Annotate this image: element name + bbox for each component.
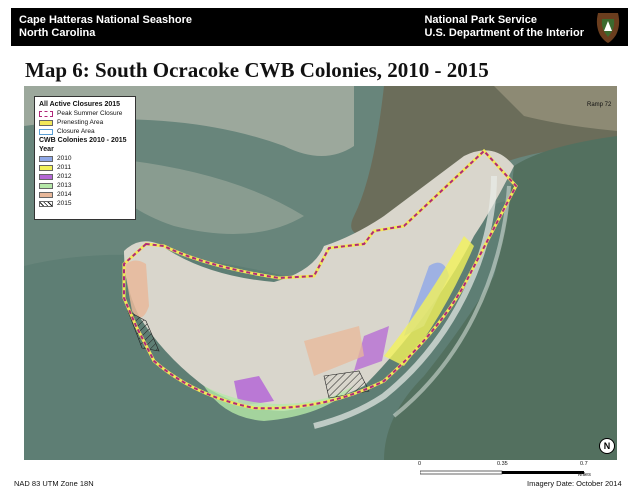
legend-item: 2014 — [39, 190, 131, 199]
map-panel: All Active Closures 2015 Peak Summer Clo… — [24, 86, 617, 460]
legend-item: Prenesting Area — [39, 118, 131, 127]
legend-item: 2010 — [39, 154, 131, 163]
closure-swatch — [39, 119, 53, 126]
north-arrow-icon: N — [599, 438, 615, 454]
scale-tick-2: 0.7 — [580, 461, 588, 467]
legend-item: Closure Area — [39, 127, 131, 136]
legend-label: 2012 — [57, 173, 72, 180]
legend-colonies-heading: CWB Colonies 2010 - 2015 — [39, 137, 127, 144]
ramp-label: Ramp 72 — [587, 102, 612, 108]
park-name: Cape Hatteras National Seashore — [19, 14, 193, 26]
nps-arrowhead-icon — [596, 13, 620, 43]
scale-bar: 0 0.35 0.7 Miles — [418, 461, 591, 478]
legend-label: 2013 — [57, 182, 72, 189]
year-swatch — [39, 173, 53, 180]
legend-label: 2014 — [57, 191, 72, 198]
legend-year-heading: Year — [39, 146, 54, 153]
header-right: National Park Service U.S. Department of… — [424, 14, 584, 40]
imagery-date: Imagery Date: October 2014 — [527, 479, 622, 488]
legend-label: 2015 — [57, 200, 72, 207]
scale-tick-0: 0 — [418, 461, 422, 467]
legend-item: 2011 — [39, 163, 131, 172]
year-swatch — [39, 191, 53, 198]
map-legend: All Active Closures 2015 Peak Summer Clo… — [34, 96, 136, 220]
year-swatch — [39, 200, 53, 207]
projection-note: NAD 83 UTM Zone 18N — [14, 479, 94, 488]
legend-label: Prenesting Area — [57, 119, 104, 126]
legend-label: Closure Area — [57, 128, 95, 135]
legend-label: 2011 — [57, 164, 71, 171]
legend-item: 2015 — [39, 199, 131, 208]
map-title: Map 6: South Ocracoke CWB Colonies, 2010… — [25, 58, 489, 82]
legend-closures-heading: All Active Closures 2015 — [39, 101, 121, 108]
header-bar: Cape Hatteras National Seashore North Ca… — [11, 8, 628, 46]
scale-bar-graphic — [419, 470, 584, 475]
legend-item: 2013 — [39, 181, 131, 190]
agency-name: National Park Service — [424, 14, 537, 26]
closure-swatch — [39, 128, 53, 135]
legend-label: 2010 — [57, 155, 72, 162]
legend-item: 2012 — [39, 172, 131, 181]
year-swatch — [39, 182, 53, 189]
year-swatch — [39, 155, 53, 162]
legend-label: Peak Summer Closure — [57, 110, 123, 117]
scale-unit: Miles — [578, 472, 591, 478]
legend-item: Peak Summer Closure — [39, 109, 131, 118]
closure-swatch — [39, 110, 53, 117]
scale-tick-1: 0.35 — [497, 461, 508, 467]
header-left: Cape Hatteras National Seashore North Ca… — [19, 14, 192, 40]
department-name: U.S. Department of the Interior — [424, 27, 584, 39]
state-name: North Carolina — [19, 27, 96, 39]
year-swatch — [39, 164, 53, 171]
